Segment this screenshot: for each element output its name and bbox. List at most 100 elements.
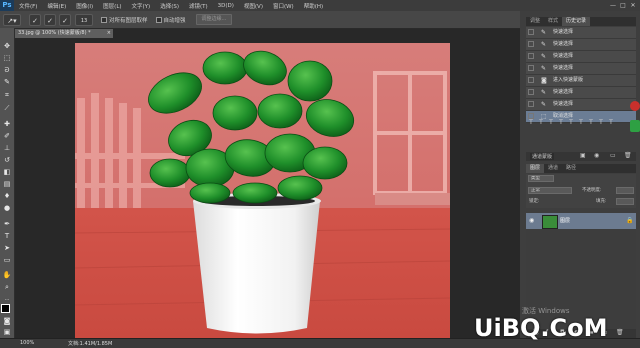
- gradient-tool-icon[interactable]: ▤: [2, 180, 12, 189]
- history-checkbox[interactable]: [528, 41, 534, 47]
- tab-channels[interactable]: 通道: [544, 164, 562, 173]
- history-brush-tool-icon[interactable]: ↺: [2, 156, 12, 165]
- maximize-button[interactable]: □: [618, 0, 628, 11]
- text-superscript-icon[interactable]: T: [566, 118, 576, 127]
- quick-selection-tool-icon[interactable]: ✎: [2, 78, 12, 87]
- menu-select[interactable]: 选择(S): [155, 2, 184, 10]
- refine-edge-button[interactable]: 调整边缘...: [195, 14, 233, 25]
- text-strikethrough-icon[interactable]: T: [596, 118, 606, 127]
- layer-row[interactable]: ◉ 图层 🔒: [526, 213, 636, 229]
- blend-mode-select[interactable]: 正常: [528, 187, 572, 194]
- text-allcaps-icon[interactable]: T: [546, 118, 556, 127]
- opacity-field[interactable]: [616, 187, 634, 194]
- badge-icon[interactable]: [630, 101, 640, 111]
- text-italic-icon[interactable]: T: [536, 118, 546, 127]
- path-selection-tool-icon[interactable]: ➤: [2, 244, 12, 253]
- minimize-button[interactable]: —: [608, 0, 618, 11]
- eyedropper-tool-icon[interactable]: ⟋: [2, 104, 12, 113]
- quick-selection-icon: ✎: [541, 89, 547, 96]
- brush-size-picker[interactable]: 13: [75, 13, 93, 26]
- move-tool-icon[interactable]: ✥: [2, 42, 12, 51]
- tool-preset-icon[interactable]: ↗▾: [3, 13, 21, 26]
- history-checkbox[interactable]: [528, 89, 534, 95]
- history-item[interactable]: ✎ 快速选择: [526, 87, 636, 99]
- history-checkbox[interactable]: [528, 77, 534, 83]
- tab-layers[interactable]: 图层: [526, 164, 545, 173]
- marquee-tool-icon[interactable]: ⬚: [2, 54, 12, 63]
- foreground-color-swatch[interactable]: [1, 304, 10, 313]
- history-item-label: 快速选择: [553, 41, 574, 47]
- document-tab[interactable]: 33.jpg @ 100% (快速蒙版/8) * ×: [15, 29, 113, 38]
- text-subscript-icon[interactable]: T: [576, 118, 586, 127]
- shape-tool-icon[interactable]: ▭: [2, 256, 12, 265]
- menu-edit[interactable]: 编辑(E): [42, 2, 71, 10]
- subtract-from-selection-icon[interactable]: ✓: [59, 13, 71, 26]
- tab-paths[interactable]: 路径: [562, 164, 580, 173]
- tab-adjustments[interactable]: 调整: [526, 17, 544, 26]
- history-item[interactable]: ✎ 快速选择: [526, 27, 636, 39]
- layer-kind-filter[interactable]: 类型: [528, 175, 554, 182]
- snapshot-icon[interactable]: ▣: [580, 152, 586, 159]
- text-bold-icon[interactable]: T: [526, 118, 536, 127]
- menu-view[interactable]: 视图(V): [239, 2, 268, 10]
- close-document-icon[interactable]: ×: [107, 29, 111, 38]
- fill-field[interactable]: [616, 198, 634, 205]
- zoom-tool-icon[interactable]: ⌕: [2, 283, 12, 292]
- menu-3d[interactable]: 3D(D): [213, 3, 239, 9]
- trash-icon[interactable]: 🗑: [624, 152, 632, 159]
- lasso-tool-icon[interactable]: ᘐ: [2, 66, 12, 75]
- menu-image[interactable]: 图像(I): [71, 2, 98, 10]
- history-item-label: 快速选择: [553, 89, 574, 95]
- visibility-eye-icon[interactable]: ◉: [529, 217, 534, 224]
- green-arrow-icon[interactable]: [630, 120, 640, 132]
- text-underline-icon[interactable]: T: [586, 118, 596, 127]
- menu-file[interactable]: 文件(F): [14, 2, 42, 10]
- new-document-icon[interactable]: ▭: [610, 152, 616, 159]
- quick-selection-icon: ✎: [541, 53, 547, 60]
- brush-tool-icon[interactable]: ✐: [2, 132, 12, 141]
- history-item[interactable]: ✎ 快速选择: [526, 51, 636, 63]
- auto-enhance-checkbox[interactable]: [155, 16, 162, 23]
- quick-mask-icon[interactable]: ◙: [2, 317, 12, 326]
- history-checkbox[interactable]: [528, 101, 534, 107]
- sample-all-layers-checkbox[interactable]: [101, 16, 107, 23]
- menu-window[interactable]: 窗口(W): [268, 2, 299, 10]
- document-info[interactable]: 文档:1.41M/1.85M: [68, 340, 112, 347]
- screen-mode-icon[interactable]: ▣: [2, 328, 12, 337]
- zoom-level[interactable]: 100%: [20, 340, 34, 346]
- camera-icon[interactable]: ◉: [594, 152, 599, 159]
- history-item[interactable]: ✎ 快速选择: [526, 99, 636, 111]
- blur-tool-icon[interactable]: ♦: [2, 192, 12, 201]
- layer-name[interactable]: 图层: [560, 217, 570, 224]
- tab-history[interactable]: 历史记录: [562, 17, 591, 26]
- tab-styles[interactable]: 样式: [544, 17, 562, 26]
- close-button[interactable]: ✕: [628, 0, 638, 11]
- layer-controls: 类型 正常 不透明度: 锁定: 填充:: [526, 174, 636, 208]
- history-item[interactable]: ✎ 快速选择: [526, 63, 636, 75]
- document-canvas-image[interactable]: [75, 43, 450, 338]
- healing-brush-tool-icon[interactable]: ✚: [2, 120, 12, 129]
- crop-tool-icon[interactable]: ⌗: [2, 91, 12, 100]
- menu-filter[interactable]: 滤镜(T): [184, 2, 213, 10]
- channel-mask-label[interactable]: 通道蒙版: [530, 153, 555, 160]
- menu-help[interactable]: 帮助(H): [299, 2, 328, 10]
- history-checkbox[interactable]: [528, 29, 534, 35]
- menu-layer[interactable]: 图层(L): [98, 2, 126, 10]
- new-selection-icon[interactable]: ✓: [29, 13, 41, 26]
- eraser-tool-icon[interactable]: ◧: [2, 168, 12, 177]
- history-item[interactable]: ◙ 进入快速蒙版: [526, 75, 636, 87]
- menu-type[interactable]: 文字(Y): [127, 2, 156, 10]
- history-checkbox[interactable]: [528, 65, 534, 71]
- history-item[interactable]: ✎ 快速选择: [526, 39, 636, 51]
- text-smallcaps-icon[interactable]: T: [556, 118, 566, 127]
- text-fraction-icon[interactable]: T: [606, 118, 616, 127]
- type-tool-icon[interactable]: T: [2, 232, 12, 241]
- history-checkbox[interactable]: [528, 53, 534, 59]
- pen-tool-icon[interactable]: ✒: [2, 220, 12, 229]
- clone-stamp-tool-icon[interactable]: ⊥: [2, 144, 12, 153]
- fill-label: 填充:: [596, 199, 607, 204]
- dodge-tool-icon[interactable]: ●: [2, 204, 12, 213]
- add-to-selection-icon[interactable]: ✓: [44, 13, 56, 26]
- hand-tool-icon[interactable]: ✋: [2, 271, 12, 280]
- delete-layer-icon[interactable]: 🗑: [616, 329, 624, 336]
